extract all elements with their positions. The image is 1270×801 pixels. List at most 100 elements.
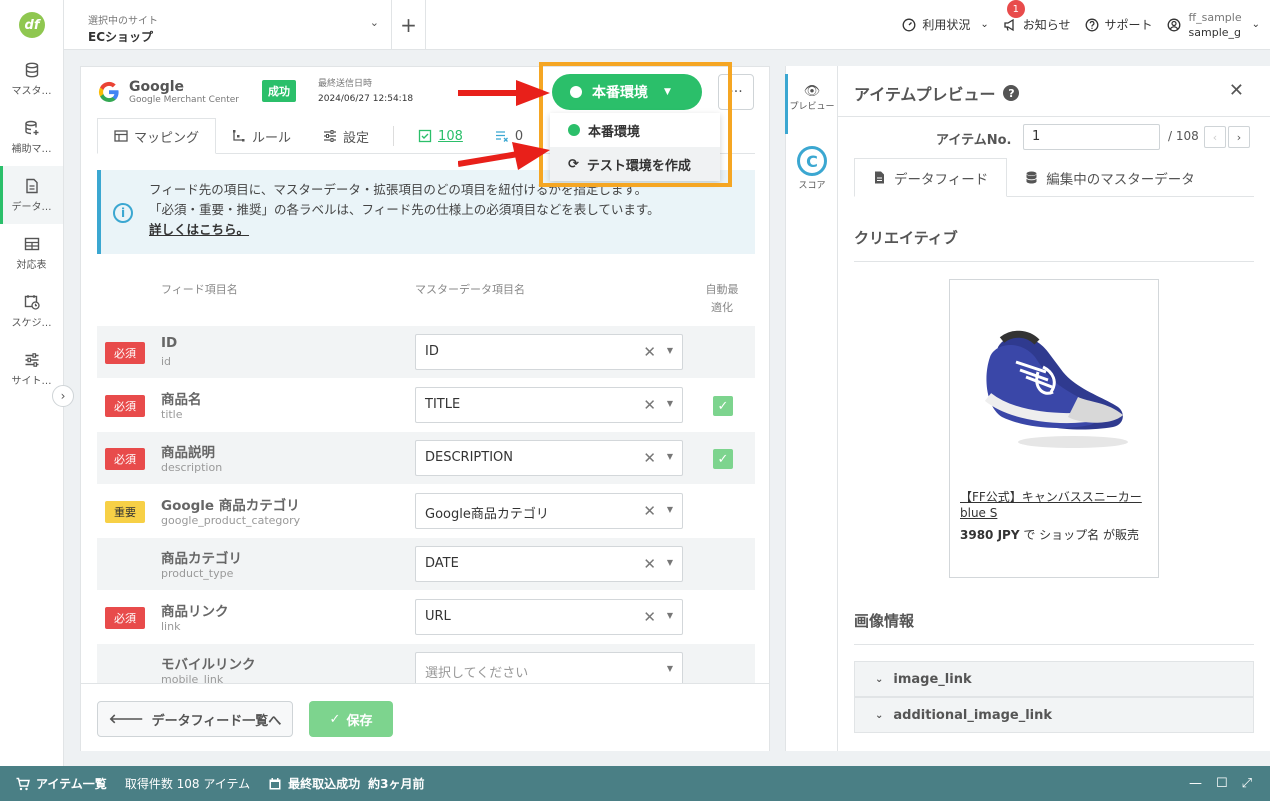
product-image[interactable] [978,302,1138,452]
app-logo[interactable]: df [0,0,64,50]
price-connector: で [1019,528,1040,542]
table-icon [24,237,39,250]
tab-data-feed[interactable]: データフィード [854,158,1008,197]
clear-icon[interactable]: ✕ [643,396,656,414]
caret-down-icon: ▼ [666,399,673,408]
maximize-icon[interactable]: ☐ [1216,776,1228,791]
check-icon: ✓ [329,711,341,727]
menu-item-production[interactable]: 本番環境 [550,113,720,147]
tab-editing-master[interactable]: 編集中のマスターデータ [1007,158,1213,197]
selected-value: Google商品カテゴリ [425,507,549,522]
master-field-select[interactable]: 選択してください ▼ [415,652,683,683]
user-icon [1167,18,1180,31]
help-icon[interactable]: ? [1003,85,1020,101]
tab-rules[interactable]: ルール [216,118,307,154]
google-logo-icon [98,81,119,103]
master-field-select[interactable]: DESCRIPTION ✕ ▼ [415,440,683,476]
more-options-button[interactable]: ··· [718,74,754,110]
arrow-left-icon: 🡐 [108,712,144,727]
news-link[interactable]: 1 お知らせ [1003,0,1071,33]
next-item-button[interactable]: › [1228,126,1250,148]
caret-down-icon: ▼ [666,505,673,514]
side-tab-preview[interactable]: 👁 プレビュー [785,74,838,134]
environment-menu: 本番環境 ⟳ テスト環境を作成 [550,113,720,181]
master-field-select[interactable]: ID ✕ ▼ [415,334,683,370]
environment-label: 本番環境 [592,85,648,101]
master-field-select[interactable]: DATE ✕ ▼ [415,546,683,582]
last-sent-info: 最終送信日時 2024/06/27 12:54:18 [318,77,413,107]
product-title-link[interactable]: 【FF公式】キャンバススニーカー blue S [960,489,1150,521]
item-preview-panel: アイテムプレビュー ? ✕ アイテムNo. 1 / 108 ‹ › データフィー… [837,66,1270,751]
preview-side-tabs: 👁 プレビュー C スコア [785,66,837,751]
close-icon[interactable]: ✕ [1229,80,1244,101]
side-tab-score[interactable]: C スコア [786,146,838,191]
table-row: 必須 商品説明 description DESCRIPTION ✕ ▼ ✓ [97,431,755,484]
master-field-select[interactable]: TITLE ✕ ▼ [415,387,683,423]
master-field-select[interactable]: Google商品カテゴリ ✕ ▼ [415,493,683,529]
selected-value: URL [425,609,451,624]
database-icon [25,62,38,77]
tab-item-count[interactable]: 108 [402,118,479,154]
minimize-icon[interactable]: — [1189,776,1202,791]
support-link[interactable]: サポート [1085,16,1153,33]
left-navigation: df マスタ… 補助マ… データ… 対応表 スケジ… サイト… [0,0,64,766]
preview-tabs: データフィード 編集中のマスターデータ [854,158,1254,197]
rules-icon [233,130,245,142]
nav-item-datafeed[interactable]: データ… [0,166,63,224]
clear-icon[interactable]: ✕ [643,343,656,361]
site-selector[interactable]: 選択中のサイト ECショップ ⌄ [64,0,392,49]
window-controls: — ☐ ⤢ [1189,776,1252,791]
nav-label: サイト… [11,375,52,387]
nav-expand-button[interactable]: › [52,385,74,407]
master-field-select[interactable]: URL ✕ ▼ [415,599,683,635]
auto-optimize-checkbox[interactable]: ✓ [713,449,733,469]
clear-icon[interactable]: ✕ [643,555,656,573]
status-dot-icon [570,86,582,98]
feed-item-key: mobile_link [161,673,224,683]
last-sent-value: 2024/06/27 12:54:18 [318,94,414,104]
tab-mapping[interactable]: マッピング [97,118,217,154]
nav-item-mapping-table[interactable]: 対応表 [0,224,63,282]
back-to-feed-list-button[interactable]: 🡐 データフィード一覧へ [97,701,293,737]
add-site-button[interactable]: + [392,0,426,49]
menu-item-create-test[interactable]: ⟳ テスト環境を作成 [550,147,720,181]
nav-item-master[interactable]: マスタ… [0,50,63,108]
document-icon [25,178,38,193]
feed-item-key: description [161,461,223,474]
important-badge: 重要 [105,501,145,523]
user-menu[interactable]: ff_sample sample_g ⌄ [1167,10,1260,40]
feed-item-name: 商品名 [161,392,202,408]
clear-icon[interactable]: ✕ [643,502,656,520]
clear-icon[interactable]: ✕ [643,608,656,626]
caret-down-icon: ▼ [666,558,673,567]
usage-menu[interactable]: 利用状況 ⌄ [902,16,989,33]
info-text-line2: 「必須・重要・推奨」の各ラベルは、フィード先の仕様上の必須項目などを表しています… [149,202,660,217]
table-row: 重要 Google 商品カテゴリ google_product_category… [97,484,755,537]
save-button[interactable]: ✓ 保存 [309,701,393,737]
panel-footer: 🡐 データフィード一覧へ ✓ 保存 [81,683,769,751]
image-info-section-title: 画像情報 [854,612,915,630]
environment-dropdown-button[interactable]: 本番環境 ▼ [552,74,702,110]
expand-icon[interactable]: ⤢ [1242,776,1252,791]
selected-value: DATE [425,556,459,571]
check-icon: ✓ [717,451,729,467]
nav-item-schedule[interactable]: スケジ… [0,282,63,340]
accordion-additional-image-link[interactable]: ⌄ additional_image_link [854,697,1254,733]
list-x-icon [495,131,508,142]
clear-icon[interactable]: ✕ [643,449,656,467]
site-name: ECショップ [88,30,154,44]
accordion-image-link[interactable]: ⌄ image_link [854,661,1254,697]
tab-label: 設定 [343,130,370,146]
feed-item-name: Google 商品カテゴリ [161,498,300,514]
feed-subtitle: Google Merchant Center [129,95,239,105]
nav-item-aux-master[interactable]: 補助マ… [0,108,63,166]
tab-error-count[interactable]: 0 [479,118,539,154]
product-card: 【FF公式】キャンバススニーカー blue S 3980 JPY で ショップ名… [949,279,1159,578]
tab-label: 編集中のマスターデータ [1046,171,1195,188]
tab-settings[interactable]: 設定 [307,118,385,154]
item-list-toggle[interactable]: アイテム一覧 [16,775,107,792]
item-no-input[interactable]: 1 [1023,124,1160,150]
auto-optimize-checkbox[interactable]: ✓ [713,396,733,416]
prev-item-button[interactable]: ‹ [1204,126,1226,148]
info-learn-more-link[interactable]: 詳しくはこちら。 [149,220,755,240]
